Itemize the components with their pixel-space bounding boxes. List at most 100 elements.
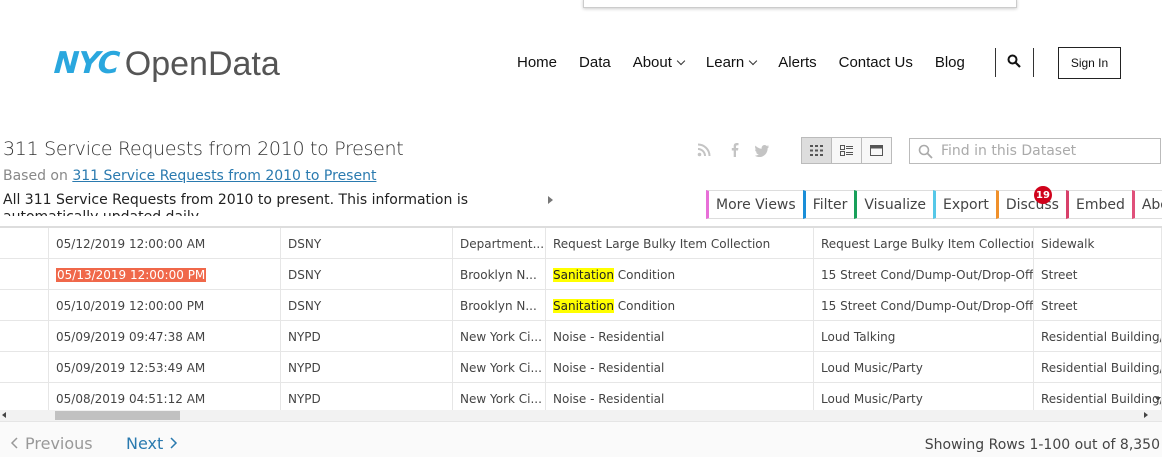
tab-visualize[interactable]: Visualize [854,190,935,219]
cell-date[interactable]: 05/10/2019 12:00:00 PM [49,290,281,321]
next-button[interactable]: Next [126,434,178,453]
nyc-opendata-logo[interactable]: NYC OpenData [52,44,280,84]
cell-complaint[interactable]: Noise - Residential [546,321,814,352]
rss-icon[interactable] [697,143,711,157]
tab-about[interactable]: About [1131,190,1162,219]
tab-filter[interactable]: Filter [802,190,856,219]
complaint-value: Condition [613,267,676,282]
cell-descriptor[interactable]: Loud Music/Party [814,352,1034,383]
page-view-icon [870,145,883,156]
search-icon[interactable] [1007,54,1021,68]
data-grid: 05/12/2019 12:00:00 AM DSNY Department... R… [0,226,1162,410]
tab-more-views[interactable]: More Views [706,190,804,219]
cell-agency-name[interactable]: Brooklyn N... [453,259,546,290]
scroll-down-arrow[interactable] [1155,397,1161,401]
logo-nyc-text: NYC [52,46,121,81]
scroll-right-arrow[interactable] [1144,412,1148,418]
cell-agency-name[interactable]: Department... [453,228,546,259]
complaint-value: Noise - Residential [553,329,665,344]
scrollbar-thumb[interactable] [55,411,180,420]
cell-descriptor[interactable]: Request Large Bulky Item Collection [814,228,1034,259]
nav-alerts[interactable]: Alerts [778,54,816,71]
cell-agency[interactable]: NYPD [281,352,453,383]
cell-complaint[interactable]: Sanitation Condition [546,290,814,321]
date-value: 05/10/2019 12:00:00 PM [56,298,205,313]
cell-date[interactable]: 05/13/2019 12:00:00 PM [49,259,281,290]
grid-view-icon [810,145,823,156]
cell-blank[interactable] [0,228,49,259]
cell-date[interactable]: 05/08/2019 04:51:12 AM [49,383,281,410]
nav-contact-us[interactable]: Contact Us [839,54,913,71]
cell-location[interactable]: Residential Building/ [1034,383,1162,410]
scroll-left-arrow[interactable] [2,412,6,418]
find-input[interactable] [941,143,1141,159]
cell-agency-name[interactable]: New York Ci... [453,383,546,410]
nav-about[interactable]: About [633,54,686,71]
cell-agency-name[interactable]: Brooklyn N... [453,290,546,321]
cell-agency[interactable]: DSNY [281,228,453,259]
table-row[interactable]: 05/09/2019 12:53:49 AM NYPD New York Ci...… [0,352,1162,383]
tab-export[interactable]: Export [933,190,997,219]
dropdown-popup-fragment [583,0,1017,8]
cell-blank[interactable] [0,259,49,290]
twitter-icon[interactable] [755,145,769,157]
cell-descriptor[interactable]: Loud Music/Party [814,383,1034,410]
table-row[interactable]: 05/13/2019 12:00:00 PM DSNY Brooklyn N... S… [0,259,1162,290]
dataset-action-tabs: More Views Filter Visualize Export Discuss Em… [706,190,1162,219]
nav-home[interactable]: Home [517,54,557,71]
cell-blank[interactable] [0,290,49,321]
nav-blog[interactable]: Blog [935,54,965,71]
cell-descriptor[interactable]: Loud Talking [814,321,1034,352]
cell-agency-name[interactable]: New York Ci... [453,321,546,352]
find-in-dataset[interactable] [909,138,1161,164]
grid-view-button[interactable] [801,137,832,164]
chevron-left-icon [10,437,18,449]
cell-complaint[interactable]: Request Large Bulky Item Collection [546,228,814,259]
cell-blank[interactable] [0,321,49,352]
cell-date[interactable]: 05/12/2019 12:00:00 AM [49,228,281,259]
table-row[interactable]: 05/08/2019 04:51:12 AM NYPD New York Ci...… [0,383,1162,410]
tab-embed[interactable]: Embed [1065,190,1133,219]
cell-agency[interactable]: DSNY [281,259,453,290]
table-row[interactable]: 05/10/2019 12:00:00 PM DSNY Brooklyn N... S… [0,290,1162,321]
expand-description-icon[interactable] [548,196,553,204]
date-value: 05/09/2019 12:53:49 AM [56,360,206,375]
cell-agency[interactable]: DSNY [281,290,453,321]
cell-complaint[interactable]: Noise - Residential [546,352,814,383]
cell-blank[interactable] [0,352,49,383]
tab-discuss[interactable]: Discuss [995,190,1067,219]
cell-location[interactable]: Sidewalk [1034,228,1162,259]
cell-location[interactable]: Street [1034,259,1162,290]
complaint-value: Request Large Bulky Item Collection [553,236,771,251]
cell-agency[interactable]: NYPD [281,321,453,352]
cell-location[interactable]: Residential Building/ [1034,352,1162,383]
cell-descriptor[interactable]: 15 Street Cond/Dump-Out/Drop-Off [814,290,1034,321]
cell-location[interactable]: Residential Building/ [1034,321,1162,352]
cell-agency-name[interactable]: New York Ci... [453,352,546,383]
chevron-down-icon [749,56,758,65]
based-on-link[interactable]: 311 Service Requests from 2010 to Presen… [72,168,376,184]
cell-complaint[interactable]: Sanitation Condition [546,259,814,290]
discuss-count-badge: 19 [1034,186,1052,204]
page-view-button[interactable] [861,137,892,164]
cell-blank[interactable] [0,383,49,410]
previous-button[interactable]: Previous [10,434,93,453]
table-row[interactable]: 05/12/2019 12:00:00 AM DSNY Department... R… [0,228,1162,259]
list-view-button[interactable] [831,137,862,164]
horizontal-scrollbar[interactable] [0,410,1162,421]
facebook-icon[interactable] [730,142,739,157]
table-row[interactable]: 05/09/2019 09:47:38 AM NYPD New York Ci...… [0,321,1162,352]
nav-learn[interactable]: Learn [706,54,758,71]
cell-descriptor[interactable]: 15 Street Cond/Dump-Out/Drop-Off [814,259,1034,290]
search-icon [918,144,933,159]
cell-complaint[interactable]: Noise - Residential [546,383,814,410]
nav-data[interactable]: Data [579,54,611,71]
sign-in-button[interactable]: Sign In [1058,47,1121,79]
cell-location[interactable]: Street [1034,290,1162,321]
dataset-description: All 311 Service Requests from 2010 to pr… [3,192,469,216]
chevron-down-icon [676,56,686,65]
cell-date[interactable]: 05/09/2019 12:53:49 AM [49,352,281,383]
cell-agency[interactable]: NYPD [281,383,453,410]
cell-date[interactable]: 05/09/2019 09:47:38 AM [49,321,281,352]
based-on: Based on 311 Service Requests from 2010 … [3,168,376,184]
